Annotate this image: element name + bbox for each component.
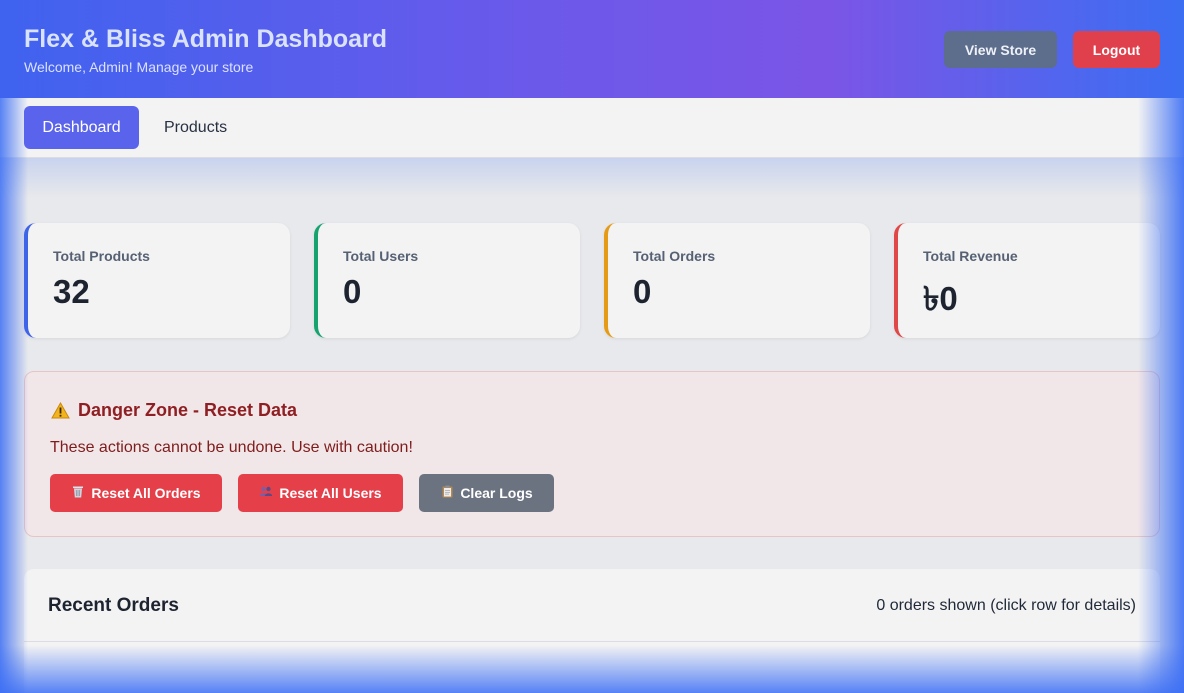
stat-card-total-products: Total Products 32 <box>24 223 290 338</box>
header: Flex & Bliss Admin Dashboard Welcome, Ad… <box>0 0 1184 98</box>
stat-label: Total Users <box>343 248 419 264</box>
reset-all-users-button[interactable]: Reset All Users <box>238 474 403 512</box>
reset-all-orders-button[interactable]: Reset All Orders <box>50 474 222 512</box>
stat-value: 32 <box>53 273 90 310</box>
admin-dashboard: Flex & Bliss Admin Dashboard Welcome, Ad… <box>0 0 1184 693</box>
stat-card-total-revenue: Total Revenue ৳0 <box>894 223 1160 338</box>
warning-icon <box>51 401 70 419</box>
tab-dashboard[interactable]: Dashboard <box>24 106 139 149</box>
page-subtitle: Welcome, Admin! Manage your store <box>24 59 254 75</box>
clear-logs-button[interactable]: Clear Logs <box>419 474 554 512</box>
stat-value: 0 <box>633 273 652 310</box>
button-label: Reset All Orders <box>91 485 201 501</box>
stat-label: Total Products <box>53 248 150 264</box>
stat-label: Total Orders <box>633 248 716 264</box>
edge-glow-top <box>0 158 1184 198</box>
stat-card-total-users: Total Users 0 <box>314 223 580 338</box>
button-label: Reset All Users <box>279 485 382 501</box>
danger-zone-warning-text: These actions cannot be undone. Use with… <box>50 439 413 456</box>
stat-label: Total Revenue <box>923 248 1018 264</box>
stat-value: ৳0 <box>923 280 958 317</box>
stat-card-total-orders: Total Orders 0 <box>604 223 870 338</box>
danger-zone-heading: Danger Zone - Reset Data <box>51 400 297 421</box>
orders-count-text: 0 orders shown (click row for details) <box>876 597 1136 614</box>
tab-products[interactable]: Products <box>148 106 243 149</box>
nav-tabs: Dashboard Products <box>0 98 1184 158</box>
clipboard-icon <box>440 485 454 501</box>
recent-orders-title: Recent Orders <box>48 595 179 616</box>
danger-zone-panel: Danger Zone - Reset Data These actions c… <box>24 371 1160 537</box>
button-label: Clear Logs <box>460 485 533 501</box>
users-icon <box>259 486 273 500</box>
recent-orders-panel: Recent Orders 0 orders shown (click row … <box>24 569 1160 693</box>
trash-icon <box>71 485 85 501</box>
logout-button[interactable]: Logout <box>1073 31 1160 68</box>
page-title: Flex & Bliss Admin Dashboard <box>24 25 388 53</box>
danger-zone-title: Danger Zone - Reset Data <box>78 400 298 420</box>
divider <box>24 641 1160 642</box>
view-store-button[interactable]: View Store <box>944 31 1057 68</box>
stat-value: 0 <box>343 273 362 310</box>
